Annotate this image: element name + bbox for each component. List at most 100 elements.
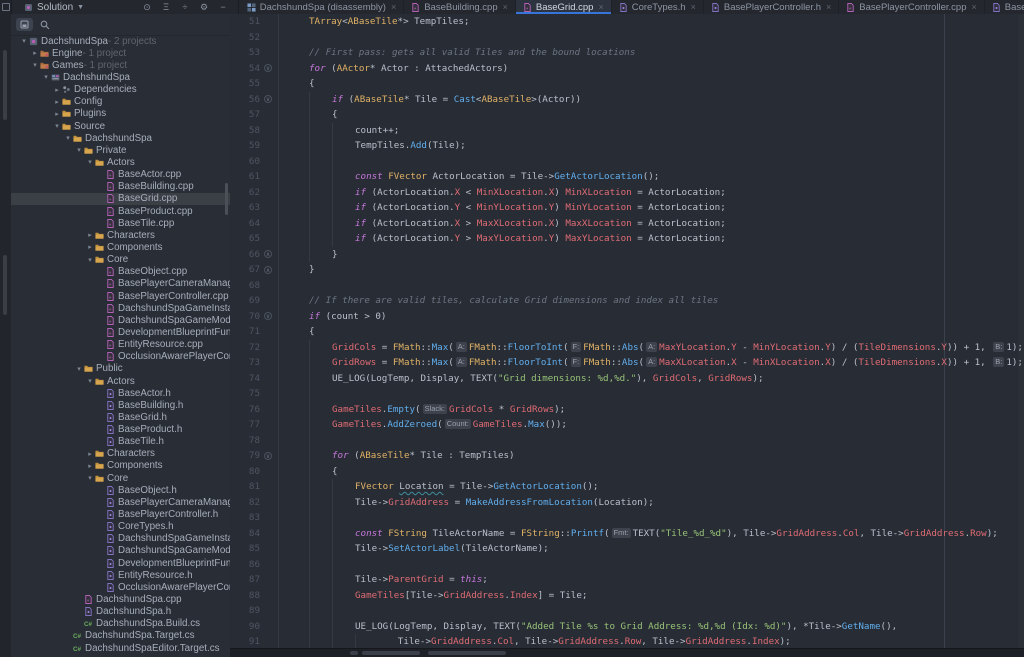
tree-item[interactable]: ▸Engine - 1 project xyxy=(11,47,230,59)
tree-item[interactable]: ▾Source xyxy=(11,120,230,132)
tree-item[interactable]: ▸Components xyxy=(11,460,230,472)
chevron-collapsed-icon[interactable]: ▸ xyxy=(85,243,95,251)
tree-item[interactable]: ▸Dependencies xyxy=(11,84,230,96)
chevron-collapsed-icon[interactable]: ▸ xyxy=(85,450,95,458)
chevron-expanded-icon[interactable]: ▾ xyxy=(63,134,73,142)
fold-collapse-icon[interactable]: ∨ xyxy=(264,64,272,72)
editor-tab[interactable]: CoreTypes.h× xyxy=(612,0,704,14)
tree-item[interactable]: +BaseBuilding.cpp xyxy=(11,181,230,193)
chevron-collapsed-icon[interactable]: ▸ xyxy=(85,462,95,470)
tree-item[interactable]: ▾Actors xyxy=(11,156,230,168)
tree-item[interactable]: ▾Private xyxy=(11,144,230,156)
editor-tab[interactable]: DachshundSpa (disassembly)× xyxy=(240,0,404,14)
tree-item[interactable]: C#DachshundSpa.Build.cs xyxy=(11,618,230,630)
breadcrumb-item[interactable] xyxy=(428,651,506,655)
fold-collapse-icon[interactable]: ∨ xyxy=(264,95,272,103)
tree-item[interactable]: ▾DachshundSpa - 2 projects xyxy=(11,35,230,47)
tree-item[interactable]: ▾Games - 1 project xyxy=(11,59,230,71)
tree-item[interactable]: ▾Core xyxy=(11,254,230,266)
tab-close-icon[interactable]: × xyxy=(826,2,831,12)
chevron-collapsed-icon[interactable]: ▸ xyxy=(52,98,62,106)
editor-tab[interactable]: BasePlayerController.h× xyxy=(704,0,839,14)
hide-panel-icon[interactable]: − xyxy=(218,0,228,14)
expand-all-icon[interactable]: ÷ xyxy=(180,0,190,14)
search-icon[interactable] xyxy=(40,20,50,30)
code-editor[interactable]: 51525354∨5556∨57585960616263646566∧67∧68… xyxy=(230,14,1024,649)
tree-item[interactable]: DachshundSpaGameMode.h xyxy=(11,545,230,557)
chevron-collapsed-icon[interactable]: ▸ xyxy=(52,110,62,118)
chevron-expanded-icon[interactable]: ▾ xyxy=(52,122,62,130)
chevron-expanded-icon[interactable]: ▾ xyxy=(85,256,95,264)
tree-item[interactable]: ▸Characters xyxy=(11,229,230,241)
tree-item[interactable]: OcclusionAwarePlayerController.h xyxy=(11,581,230,593)
tree-item[interactable]: ▾Core xyxy=(11,472,230,484)
tree-item[interactable]: C#DachshundSpaEditor.Target.cs xyxy=(11,642,230,654)
tree-item[interactable]: ▸Characters xyxy=(11,448,230,460)
tree-item[interactable]: ▾Public xyxy=(11,363,230,375)
fold-collapse-icon[interactable]: ∨ xyxy=(264,452,272,460)
tool-window-stripe-button[interactable] xyxy=(3,255,7,315)
tab-close-icon[interactable]: × xyxy=(598,2,603,12)
tree-item[interactable]: ▾DachshundSpa xyxy=(11,132,230,144)
tree-item[interactable]: +BasePlayerController.cpp xyxy=(11,290,230,302)
editor-tab[interactable]: BaseBuilding.h× xyxy=(985,0,1024,14)
fold-end-icon[interactable]: ∧ xyxy=(264,250,272,258)
tree-item[interactable]: +EntityResource.cpp xyxy=(11,339,230,351)
tree-item[interactable]: +BaseProduct.cpp xyxy=(11,205,230,217)
tree-item[interactable]: +BasePlayerCameraManager.cpp xyxy=(11,278,230,290)
locate-icon[interactable]: ⊙ xyxy=(142,0,152,14)
chevron-collapsed-icon[interactable]: ▸ xyxy=(85,231,95,239)
chevron-expanded-icon[interactable]: ▾ xyxy=(85,474,95,482)
chevron-expanded-icon[interactable]: ▾ xyxy=(74,365,84,373)
tree-item[interactable]: +BaseGrid.cpp xyxy=(11,193,230,205)
tree-item[interactable]: C#DachshundSpa.Target.cs xyxy=(11,630,230,642)
tree-item[interactable]: +DachshundSpaGameInstance.cpp xyxy=(11,302,230,314)
chevron-expanded-icon[interactable]: ▾ xyxy=(74,146,84,154)
tree-item[interactable]: BaseGrid.h xyxy=(11,411,230,423)
tree-item[interactable]: BasePlayerCameraManager.h xyxy=(11,496,230,508)
tree-item[interactable]: ▾Actors xyxy=(11,375,230,387)
view-mode-icon[interactable] xyxy=(16,18,33,31)
tab-close-icon[interactable]: × xyxy=(972,2,977,12)
tree-item[interactable]: +BaseActor.cpp xyxy=(11,169,230,181)
tree-item[interactable]: BaseTile.h xyxy=(11,436,230,448)
tree-scrollbar[interactable] xyxy=(225,183,228,215)
chevron-expanded-icon[interactable]: ▾ xyxy=(30,61,40,69)
tree-item[interactable]: BasePlayerController.h xyxy=(11,508,230,520)
tab-close-icon[interactable]: × xyxy=(503,2,508,12)
settings-gear-icon[interactable]: ⚙ xyxy=(199,0,209,14)
tree-item[interactable]: EntityResource.h xyxy=(11,569,230,581)
tree-item[interactable]: BaseBuilding.h xyxy=(11,399,230,411)
tree-item[interactable]: BaseActor.h xyxy=(11,387,230,399)
tree-item[interactable]: DachshundSpa.h xyxy=(11,606,230,618)
solution-scope-selector[interactable]: Solution ▼ xyxy=(0,2,134,13)
tree-item[interactable]: ▸Config xyxy=(11,96,230,108)
tree-item[interactable]: BaseProduct.h xyxy=(11,424,230,436)
tree-item[interactable]: DevelopmentBlueprintFunctionLibrary.h xyxy=(11,557,230,569)
tree-item[interactable]: +BaseTile.cpp xyxy=(11,217,230,229)
chevron-expanded-icon[interactable]: ▾ xyxy=(85,158,95,166)
tree-item[interactable]: +DevelopmentBlueprintFunctionLibrary.cpp xyxy=(11,326,230,338)
tree-item[interactable]: ▸Components xyxy=(11,241,230,253)
tree-item[interactable]: +BaseObject.cpp xyxy=(11,266,230,278)
tab-close-icon[interactable]: × xyxy=(391,2,396,12)
tree-item[interactable]: DachshundSpaGameInstance.h xyxy=(11,533,230,545)
chevron-expanded-icon[interactable]: ▾ xyxy=(41,73,51,81)
tree-item[interactable]: +DachshundSpaGameMode.cpp xyxy=(11,314,230,326)
tree-item[interactable]: +OcclusionAwarePlayerController.cpp xyxy=(11,351,230,363)
tree-item[interactable]: ▸Plugins xyxy=(11,108,230,120)
editor-tab[interactable]: +BaseGrid.cpp× xyxy=(516,0,612,14)
tab-close-icon[interactable]: × xyxy=(691,2,696,12)
chevron-expanded-icon[interactable]: ▾ xyxy=(85,377,95,385)
chevron-expanded-icon[interactable]: ▾ xyxy=(19,37,29,45)
breadcrumb-item[interactable] xyxy=(362,651,420,655)
editor-tab[interactable]: +BaseBuilding.cpp× xyxy=(404,0,516,14)
tree-item[interactable]: +DachshundSpa.cpp xyxy=(11,593,230,605)
fold-end-icon[interactable]: ∧ xyxy=(264,266,272,274)
tool-window-stripe-button[interactable] xyxy=(3,50,7,120)
collapse-all-icon[interactable]: Ξ xyxy=(161,0,171,14)
fold-collapse-icon[interactable]: ∨ xyxy=(264,312,272,320)
tree-item[interactable]: ▾DachshundSpa xyxy=(11,71,230,83)
editor-tab[interactable]: +BasePlayerController.cpp× xyxy=(839,0,984,14)
menu-icon[interactable] xyxy=(2,3,10,11)
